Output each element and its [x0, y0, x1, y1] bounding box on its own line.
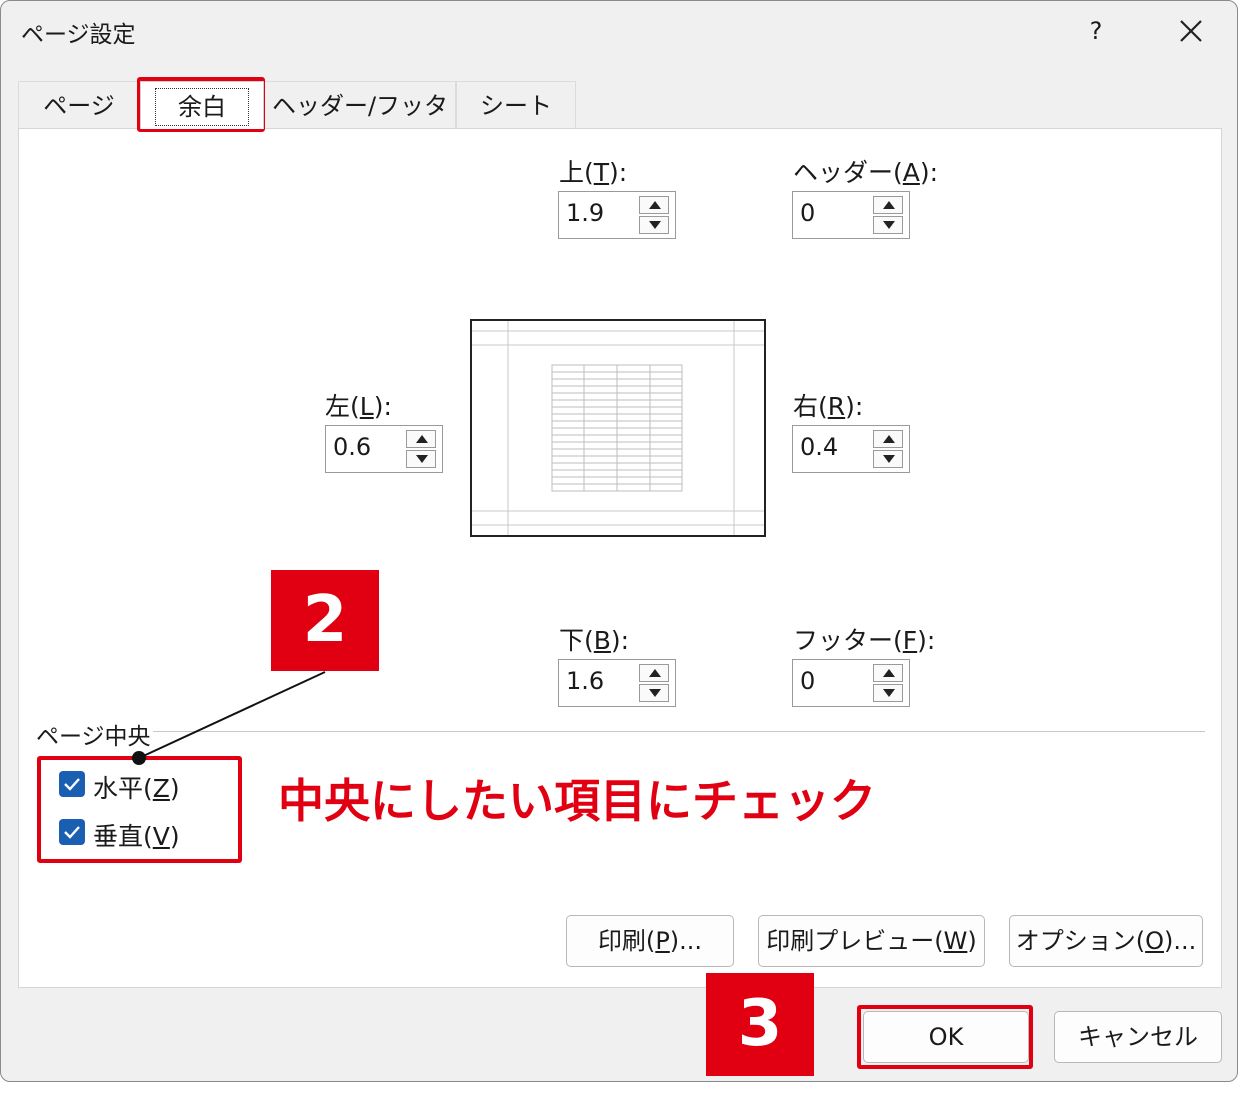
callout-connector	[132, 671, 326, 765]
tab-margins[interactable]: 余白	[140, 81, 264, 129]
tab-margins-label: 余白	[155, 88, 249, 126]
step-2-badge: 2	[271, 570, 379, 671]
step-3-badge: 3	[706, 973, 814, 1076]
instruction-note: 中央にしたい項目にチェック	[258, 762, 944, 840]
